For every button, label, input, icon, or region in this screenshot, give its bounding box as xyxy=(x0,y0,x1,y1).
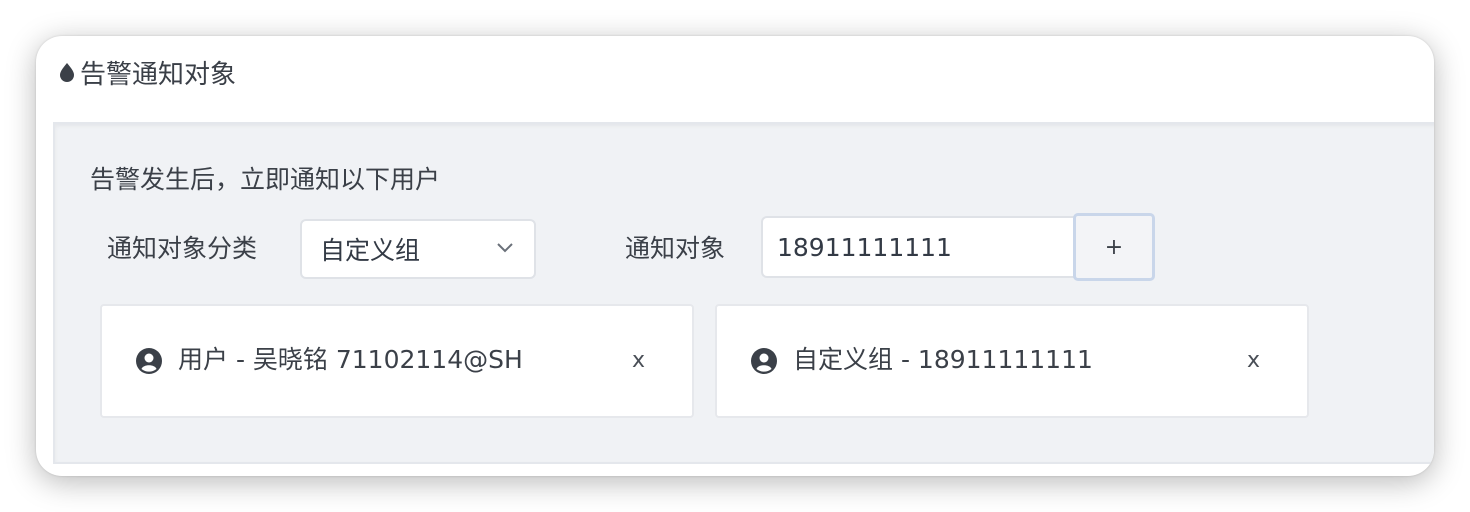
category-selected-value: 自定义组 xyxy=(320,236,421,265)
target-label: 通知对象 xyxy=(625,234,726,263)
chip-label: 自定义组 - 18911111111 xyxy=(793,345,1093,374)
chevron-down-icon xyxy=(497,243,513,253)
user-circle-icon xyxy=(136,348,162,374)
user-circle-icon xyxy=(751,348,777,374)
drop-icon xyxy=(60,63,74,82)
section-title: 告警通知对象 xyxy=(80,59,237,90)
target-chip: 用户 - 吴晓铭 71102114@SH x xyxy=(100,304,694,418)
category-select[interactable]: 自定义组 xyxy=(300,219,536,279)
category-label: 通知对象分类 xyxy=(107,234,258,263)
alert-notify-card: 告警通知对象 告警发生后，立即通知以下用户 通知对象分类 自定义组 通知对象 +… xyxy=(36,36,1434,476)
panel-description: 告警发生后，立即通知以下用户 xyxy=(90,165,441,194)
chip-label: 用户 - 吴晓铭 71102114@SH xyxy=(178,345,523,374)
notify-panel: 告警发生后，立即通知以下用户 通知对象分类 自定义组 通知对象 + 用户 - 吴… xyxy=(53,122,1434,464)
target-chip: 自定义组 - 18911111111 x xyxy=(715,304,1309,418)
chip-remove-button[interactable]: x xyxy=(1247,348,1260,373)
section-header: 告警通知对象 xyxy=(58,54,236,90)
chip-remove-button[interactable]: x xyxy=(632,348,645,373)
add-target-button[interactable]: + xyxy=(1073,213,1155,281)
target-input[interactable] xyxy=(761,216,1077,278)
